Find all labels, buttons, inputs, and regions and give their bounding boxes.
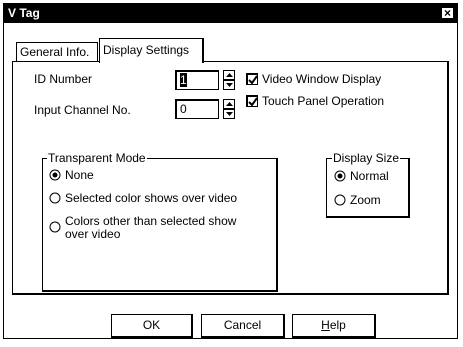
id-number-value: 1 [180, 73, 187, 87]
display-size-group: Display Size Normal Zoom [326, 151, 410, 218]
video-window-checkbox[interactable] [246, 73, 258, 85]
id-number-label: ID Number [34, 72, 93, 86]
radio-none[interactable] [49, 169, 61, 181]
checkmark-icon [248, 75, 258, 85]
spin-down-icon[interactable] [223, 80, 235, 90]
display-settings-panel: ID Number 1 Input Channel No. 0 Video Wi… [12, 61, 449, 295]
touch-panel-checkbox[interactable] [246, 95, 258, 107]
title-bar: V Tag × [4, 4, 457, 23]
tab-display-settings[interactable]: Display Settings [99, 38, 204, 63]
video-window-label: Video Window Display [262, 72, 382, 86]
option-other-colors-label-1: Colors other than selected show [65, 214, 237, 228]
option-none-label: None [65, 168, 94, 182]
radio-zoom[interactable] [334, 194, 346, 206]
v-tag-dialog: V Tag × General Info. Display Settings I… [3, 3, 458, 339]
option-selected-color-label: Selected color shows over video [65, 191, 238, 205]
spin-up-icon[interactable] [223, 70, 235, 80]
close-icon[interactable]: × [441, 7, 454, 19]
help-rest: elp [329, 318, 346, 332]
id-number-stepper[interactable] [223, 70, 235, 90]
spin-down-icon[interactable] [223, 109, 235, 119]
id-number-field[interactable]: 1 [175, 70, 219, 90]
option-normal-label: Normal [350, 169, 389, 183]
checkmark-icon [248, 97, 258, 107]
radio-normal[interactable] [334, 170, 346, 182]
input-channel-label: Input Channel No. [34, 103, 131, 117]
ok-button[interactable]: OK [111, 314, 193, 338]
option-other-colors-label-2: over video [65, 227, 121, 241]
cancel-button[interactable]: Cancel [201, 314, 285, 338]
option-zoom-label: Zoom [350, 193, 381, 207]
help-accel: H [321, 318, 330, 332]
transparent-mode-group: Transparent Mode None Selected color sho… [42, 151, 278, 292]
window-title: V Tag [8, 6, 40, 20]
touch-panel-label: Touch Panel Operation [262, 94, 385, 108]
display-size-title: Display Size [332, 151, 401, 165]
help-button[interactable]: Help [292, 314, 376, 338]
spin-up-icon[interactable] [223, 99, 235, 109]
transparent-mode-title: Transparent Mode [47, 151, 147, 165]
radio-other-colors[interactable] [49, 221, 61, 233]
input-channel-stepper[interactable] [223, 99, 235, 119]
tab-general-info[interactable]: General Info. [16, 42, 98, 62]
input-channel-field[interactable]: 0 [175, 99, 219, 119]
input-channel-value: 0 [180, 102, 187, 116]
radio-selected-color[interactable] [49, 192, 61, 204]
